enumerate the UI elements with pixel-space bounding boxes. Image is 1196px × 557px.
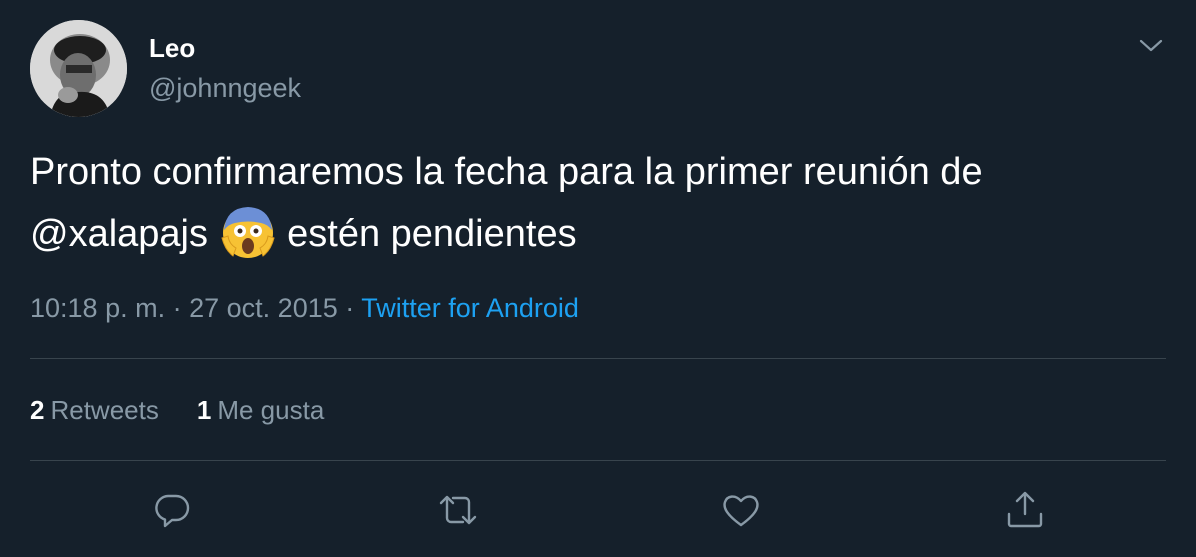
retweet-button[interactable] [436,488,480,532]
author-display-name[interactable]: Leo [149,32,195,64]
tweet-card: Leo @johnngeek Pronto confirmaremos la f… [0,0,1196,557]
share-icon [1007,491,1043,528]
tweet-meta: 10:18 p. m. · 27 oct. 2015 · Twitter for… [30,290,579,326]
share-button[interactable] [1003,488,1047,532]
tweet-time[interactable]: 10:18 p. m. [30,293,165,323]
divider [30,358,1166,359]
reply-button[interactable] [150,488,194,532]
face-screaming-in-fear-icon [219,202,277,260]
retweet-icon [439,495,477,525]
tweet-text-before: Pronto confirmaremos la fecha para la pr… [30,151,983,193]
divider [30,460,1166,461]
avatar[interactable] [30,20,127,117]
more-options-chevron-down-icon[interactable] [1136,30,1166,60]
retweets-count: 2 [30,395,45,425]
likes-count: 1 [196,395,212,425]
retweets-label: Retweets [50,395,159,425]
tweet-date[interactable]: 27 oct. 2015 [189,293,338,323]
likes-stat[interactable]: 1 Me gusta [197,392,324,428]
avatar-image [30,20,127,117]
meta-separator: · [172,293,182,323]
likes-label: Me gusta [217,395,325,425]
tweet-source-link[interactable]: Twitter for Android [361,293,579,323]
heart-icon [723,495,759,527]
like-button[interactable] [719,488,763,532]
reply-icon [155,494,190,528]
tweet-text-after: estén pendientes [287,213,577,255]
author-handle[interactable]: @johnngeek [149,72,301,104]
retweets-stat[interactable]: 2 Retweets [30,392,159,428]
tweet-text: Pronto confirmaremos la fecha para la pr… [30,142,1160,264]
tweet-stats: 2 Retweets 1 Me gusta [30,392,362,428]
mention-link[interactable]: @xalapajs [30,213,208,255]
meta-separator: · [345,293,355,323]
